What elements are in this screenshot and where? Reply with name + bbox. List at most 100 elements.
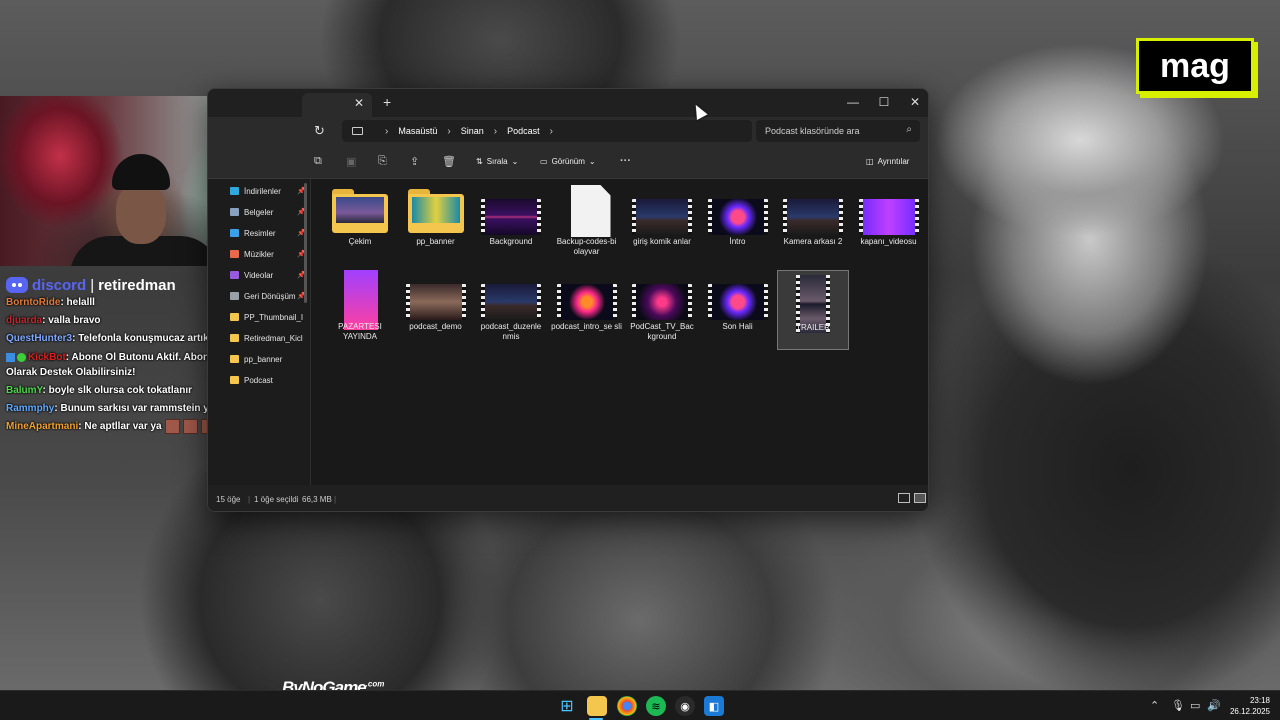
file-name: TRAILER [796, 323, 830, 332]
sort-button[interactable]: ⇅ Sırala ⌄ [476, 157, 518, 166]
new-item-icon[interactable]: ⧉ [314, 155, 322, 168]
video-thumbnail [481, 199, 541, 235]
sidebar-item-label: Belgeler [244, 207, 274, 217]
details-label: Ayrıntılar [877, 157, 910, 166]
video-thumbnail [481, 284, 541, 320]
sidebar-item-7[interactable]: Retiredman_Kicl [230, 330, 306, 346]
spotify-icon[interactable]: ≋ [646, 696, 666, 716]
breadcrumb-item-podcast[interactable]: Podcast [507, 126, 540, 136]
app-icon[interactable]: ◉ [675, 696, 695, 716]
refresh-icon[interactable]: ↻ [314, 123, 325, 139]
file-grid: Çekim pp_banner Background Backup-codes-bi … [311, 179, 928, 485]
file-item[interactable]: Çekim [324, 185, 396, 265]
folder-icon [230, 334, 239, 342]
view-button[interactable]: ▭ Görünüm ⌄ [540, 157, 596, 166]
view-icon: ▭ [540, 157, 548, 166]
tab-close-icon[interactable]: ✕ [354, 96, 364, 110]
library-icon [230, 250, 239, 258]
clock[interactable]: 23:18 26.12.2025 [1222, 695, 1270, 717]
file-name: PodCast_TV_Bac kground [630, 322, 694, 341]
network-icon[interactable]: ▭ [1190, 699, 1200, 712]
chrome-icon[interactable] [617, 696, 637, 716]
folder-icon [332, 189, 388, 233]
sidebar-item-1[interactable]: Belgeler 📌 [230, 204, 306, 220]
sidebar-item-label: Podcast [244, 375, 273, 385]
sidebar-item-8[interactable]: pp_banner [230, 351, 306, 367]
file-item[interactable]: TRAILER [777, 270, 849, 350]
discord-word: discord [32, 276, 87, 294]
details-button[interactable]: ◫ Ayrıntılar [866, 157, 909, 166]
sidebar-item-4[interactable]: Videolar 📌 [230, 267, 306, 283]
file-item[interactable]: pp_banner [400, 185, 472, 265]
chat-username[interactable]: BorntoRide [6, 297, 60, 308]
file-item[interactable]: podcast_intro_se sli [551, 270, 623, 350]
bot-badge-icon [6, 352, 15, 362]
copy-icon[interactable]: ⎘ [378, 155, 387, 168]
cut-icon[interactable]: ▣ [346, 155, 356, 168]
video-thumbnail [556, 284, 617, 320]
folder-preview [411, 197, 460, 223]
sidebar-item-0[interactable]: İndirilenler 📌 [230, 183, 306, 199]
sidebar-item-9[interactable]: Podcast [230, 372, 306, 388]
file-name: Backup-codes-bi olayvar [556, 237, 617, 256]
file-explorer-window[interactable]: ✕ + — ☐ ✕ ↻ › Masaüstü › Sinan › Podcast… [207, 88, 929, 512]
file-item[interactable]: giriş komik anlar [626, 185, 698, 265]
volume-icon[interactable]: 🔊 [1207, 699, 1221, 712]
status-separator: | [248, 495, 251, 504]
sidebar-item-2[interactable]: Resimler 📌 [230, 225, 306, 241]
file-item[interactable]: Kamera arkası 2 [777, 185, 849, 265]
search-placeholder: Podcast klasöründe ara [765, 126, 860, 136]
chevron-right-icon[interactable]: › [494, 126, 497, 137]
breadcrumb[interactable]: › Masaüstü › Sinan › Podcast › [342, 120, 752, 142]
file-item[interactable]: İntro [702, 185, 774, 265]
chat-username[interactable]: KickBot [28, 352, 66, 363]
file-item[interactable]: Son Hali [702, 270, 774, 350]
search-icon[interactable]: ⌕ [906, 124, 912, 135]
file-explorer-icon[interactable] [587, 696, 607, 716]
chat-username[interactable]: MineApartmani [6, 421, 78, 432]
store-icon[interactable]: ◧ [704, 696, 724, 716]
file-item[interactable]: PAZARTESI YAYINDA [324, 270, 396, 350]
file-item[interactable]: PodCast_TV_Bac kground [626, 270, 698, 350]
chevron-right-icon[interactable]: › [447, 126, 450, 137]
chat-text: : Bunum sarkısı var rammstein yaptı [54, 403, 227, 414]
minimize-icon[interactable]: — [838, 92, 868, 112]
explorer-tab-bar: ✕ + — ☐ ✕ [208, 89, 928, 117]
close-icon[interactable]: ✕ [900, 92, 928, 112]
chat-username[interactable]: Rammphy [6, 403, 54, 414]
chevron-right-icon[interactable]: › [385, 126, 388, 137]
chat-username[interactable]: djuarda [6, 315, 42, 326]
sidebar-item-label: Retiredman_Kicl [244, 333, 303, 343]
sidebar-item-label: pp_banner [244, 354, 283, 364]
chevron-up-icon[interactable]: ⌃ [1150, 699, 1159, 712]
new-tab-icon[interactable]: + [383, 94, 391, 110]
file-item[interactable]: Backup-codes-bi olayvar [551, 185, 623, 265]
start-icon[interactable]: ⊞ [557, 696, 577, 716]
delete-icon[interactable]: 🗑 [442, 155, 456, 168]
chevron-right-icon[interactable]: › [550, 126, 553, 137]
maximize-icon[interactable]: ☐ [869, 92, 899, 112]
nav-scrollbar[interactable] [304, 183, 307, 303]
chat-username[interactable]: BalumY [6, 385, 43, 396]
tiles-view-icon[interactable] [914, 493, 926, 503]
discord-icon [6, 277, 28, 293]
microphone-icon[interactable]: 🎙 [1171, 699, 1185, 712]
breadcrumb-item-desktop[interactable]: Masaüstü [398, 126, 437, 136]
sidebar-item-3[interactable]: Müzikler 📌 [230, 246, 306, 262]
sidebar-item-5[interactable]: Geri Dönüşüm 📌 [230, 288, 306, 304]
emote-icon [164, 418, 180, 434]
sidebar-item-label: Müzikler [244, 249, 274, 259]
chat-username[interactable]: QuestHunter3 [6, 333, 72, 344]
more-options-icon[interactable]: ··· [620, 155, 631, 167]
file-name: Son Hali [722, 322, 753, 331]
sidebar-item-6[interactable]: PP_Thumbnail_I [230, 309, 306, 325]
file-item[interactable]: podcast_duzenle nmis [475, 270, 547, 350]
breadcrumb-item-sinan[interactable]: Sinan [461, 126, 484, 136]
file-item[interactable]: Background [475, 185, 547, 265]
share-icon[interactable]: ⇪ [410, 155, 419, 168]
search-input[interactable]: Podcast klasöründe ara ⌕ [756, 120, 920, 142]
video-thumbnail [858, 199, 919, 235]
details-view-icon[interactable] [898, 493, 910, 503]
file-item[interactable]: podcast_demo [400, 270, 472, 350]
file-item[interactable]: kapanı_videosu [853, 185, 925, 265]
